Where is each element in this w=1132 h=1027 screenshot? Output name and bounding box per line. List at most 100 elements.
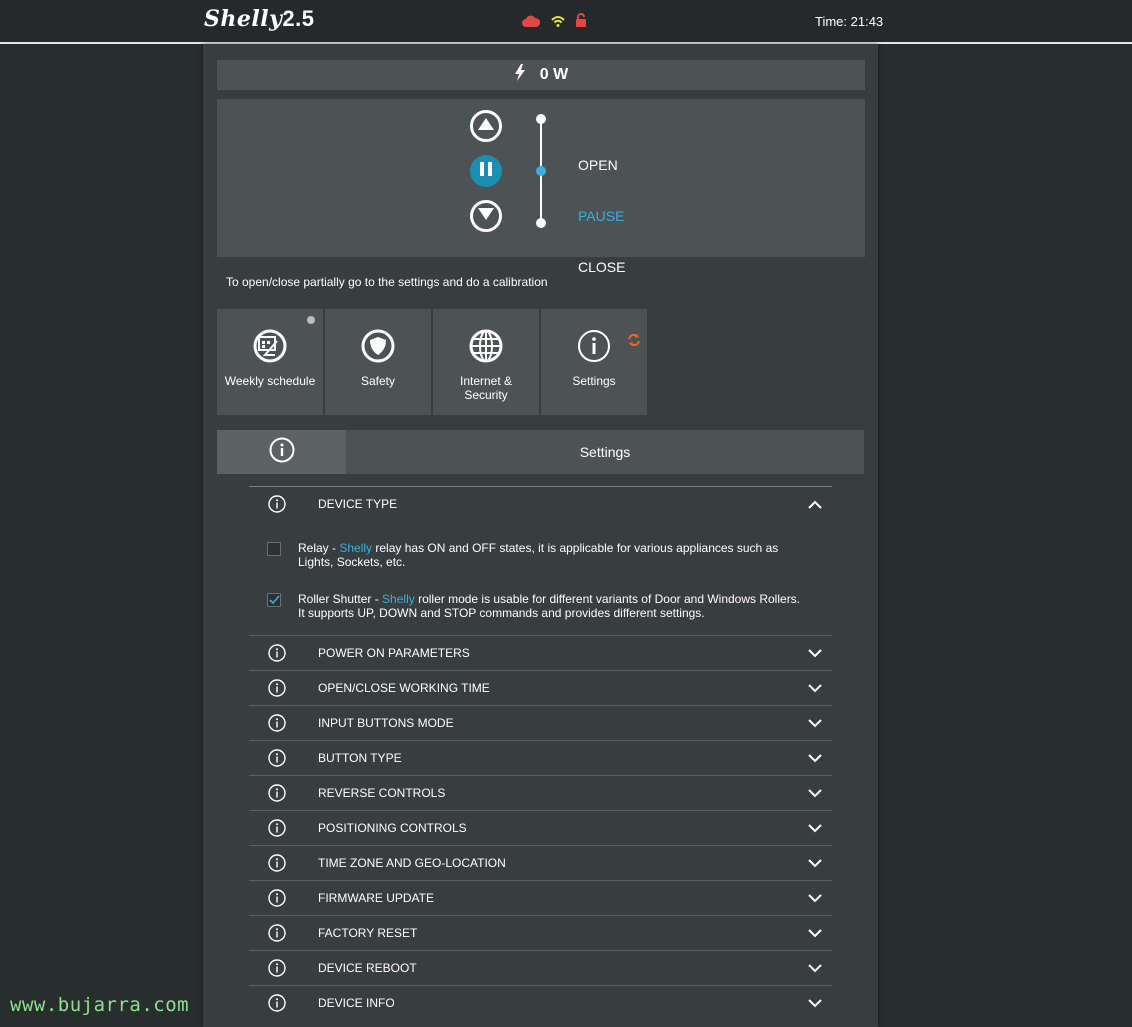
unlock-icon[interactable] — [575, 13, 587, 32]
globe-icon — [469, 309, 503, 374]
accordion-device-type[interactable]: DEVICE TYPE — [249, 486, 832, 521]
accordion-label: INPUT BUTTONS MODE — [318, 716, 454, 730]
chevron-down-icon[interactable] — [808, 892, 822, 906]
sync-icon — [627, 313, 641, 358]
info-icon[interactable] — [268, 749, 286, 770]
info-icon[interactable] — [268, 854, 286, 875]
accordion-item[interactable]: OPEN/CLOSE WORKING TIME — [249, 670, 832, 705]
accordion-item[interactable]: DEVICE REBOOT — [249, 950, 832, 985]
accordion-label: OPEN/CLOSE WORKING TIME — [318, 681, 490, 695]
tile-label: Settings — [572, 374, 616, 388]
status-icons — [521, 13, 587, 32]
accordion-label: POWER ON PARAMETERS — [318, 646, 470, 660]
close-button[interactable] — [470, 200, 502, 232]
feature-tiles: Weekly schedule Safety Internet & Securi… — [217, 309, 647, 415]
info-icon[interactable] — [268, 889, 286, 910]
tile-safety[interactable]: Safety — [325, 309, 431, 415]
relay-description: Relay - Shelly relay has ON and OFF stat… — [298, 541, 779, 569]
watermark: www.bujarra.com — [10, 994, 190, 1016]
settings-header-icon-cell — [217, 430, 346, 474]
arrow-down-icon — [478, 207, 494, 225]
pause-dot — [536, 166, 546, 176]
tile-label: Safety — [360, 374, 396, 388]
chevron-down-icon[interactable] — [808, 997, 822, 1011]
tile-weekly-schedule[interactable]: Weekly schedule — [217, 309, 323, 415]
accordion-item[interactable]: DEVICE INFO — [249, 985, 832, 1020]
accordion-label: DEVICE TYPE — [318, 497, 398, 511]
info-icon — [577, 309, 611, 374]
tile-label: Internet & Security — [459, 374, 513, 402]
shield-icon — [361, 309, 395, 374]
info-icon[interactable] — [268, 994, 286, 1015]
accordion-item[interactable]: INPUT BUTTONS MODE — [249, 705, 832, 740]
roller-control: OPEN PAUSE CLOSE — [217, 99, 865, 275]
chevron-down-icon[interactable] — [808, 787, 822, 801]
pause-label[interactable]: PAUSE — [578, 208, 624, 224]
chevron-down-icon[interactable] — [808, 962, 822, 976]
accordion-label: DEVICE INFO — [318, 996, 395, 1010]
accordion-item[interactable]: FACTORY RESET — [249, 915, 832, 950]
roller-description: Roller Shutter - Shelly roller mode is u… — [298, 592, 801, 620]
chevron-down-icon[interactable] — [808, 822, 822, 836]
tile-label: Weekly schedule — [224, 374, 316, 388]
chevron-down-icon[interactable] — [808, 857, 822, 871]
cloud-icon[interactable] — [521, 14, 541, 32]
accordion-label: POSITIONING CONTROLS — [318, 821, 467, 835]
pause-button[interactable] — [470, 155, 502, 187]
accordion-label: FIRMWARE UPDATE — [318, 891, 434, 905]
info-icon — [269, 437, 295, 468]
shelly-logo: Shelly2.5 — [204, 6, 315, 32]
power-readout: 0 W — [217, 60, 865, 90]
info-icon[interactable] — [268, 959, 286, 980]
info-icon[interactable] — [268, 644, 286, 665]
accordion-item[interactable]: POWER ON PARAMETERS — [249, 635, 832, 670]
info-icon[interactable] — [268, 819, 286, 840]
wifi-icon[interactable] — [551, 14, 565, 32]
accordion-item[interactable]: REVERSE CONTROLS — [249, 775, 832, 810]
chevron-down-icon[interactable] — [808, 927, 822, 941]
settings-accordion: DEVICE TYPE Relay - Shelly relay has ON … — [249, 486, 832, 1020]
schedule-icon — [253, 309, 287, 374]
accordion-item[interactable]: TIME ZONE AND GEO-LOCATION — [249, 845, 832, 880]
power-value: 0 W — [539, 66, 569, 83]
lightning-icon — [514, 64, 526, 86]
accordion-label: DEVICE REBOOT — [318, 961, 417, 975]
pause-icon — [480, 161, 492, 181]
info-icon[interactable] — [268, 679, 286, 700]
accordion-label: BUTTON TYPE — [318, 751, 402, 765]
chevron-down-icon[interactable] — [808, 682, 822, 696]
info-icon[interactable] — [268, 495, 286, 516]
info-icon[interactable] — [268, 924, 286, 945]
accordion-item[interactable]: BUTTON TYPE — [249, 740, 832, 775]
chevron-down-icon[interactable] — [808, 752, 822, 766]
main-panel: 0 W OPEN PAUSE CLOSE To open/close parti… — [203, 44, 878, 1027]
open-button[interactable] — [470, 110, 502, 142]
info-icon[interactable] — [268, 784, 286, 805]
chevron-down-icon[interactable] — [808, 647, 822, 661]
info-icon[interactable] — [268, 714, 286, 735]
accordion-label: FACTORY RESET — [318, 926, 418, 940]
close-label[interactable]: CLOSE — [578, 259, 625, 275]
close-dot — [536, 218, 546, 228]
accordion-label: REVERSE CONTROLS — [318, 786, 446, 800]
settings-list: POWER ON PARAMETERS OPEN/CLOSE WORKING T… — [249, 635, 832, 1020]
accordion-item[interactable]: POSITIONING CONTROLS — [249, 810, 832, 845]
settings-title: Settings — [579, 444, 631, 460]
calibration-hint: To open/close partially go to the settin… — [226, 275, 548, 289]
device-type-options: Relay - Shelly relay has ON and OFF stat… — [249, 521, 832, 635]
chevron-up-icon[interactable] — [808, 498, 822, 512]
open-label[interactable]: OPEN — [578, 157, 618, 173]
accordion-item[interactable]: FIRMWARE UPDATE — [249, 880, 832, 915]
tile-settings[interactable]: Settings — [541, 309, 647, 415]
chevron-down-icon[interactable] — [808, 717, 822, 731]
tile-internet-security[interactable]: Internet & Security — [433, 309, 539, 415]
relay-checkbox[interactable] — [267, 542, 281, 556]
roller-checkbox[interactable] — [267, 593, 281, 607]
open-dot — [536, 114, 546, 124]
arrow-up-icon — [478, 117, 494, 135]
settings-header: Settings — [217, 430, 864, 474]
clock: Time: 21:43 — [815, 14, 884, 29]
status-dot — [307, 316, 315, 324]
accordion-label: TIME ZONE AND GEO-LOCATION — [318, 856, 506, 870]
top-bar: Shelly2.5 Time: 21:43 — [0, 0, 1132, 44]
